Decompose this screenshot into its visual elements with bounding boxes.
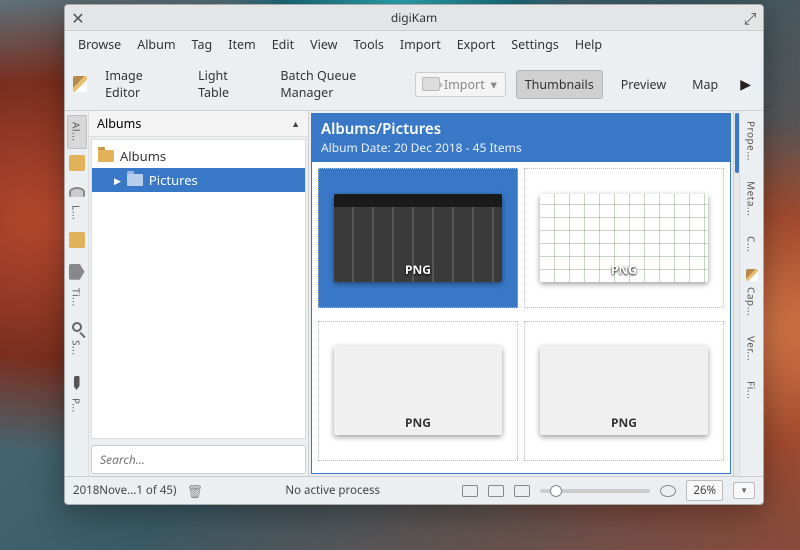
toolbar: Image Editor Light Table Batch Queue Man… [65, 58, 763, 111]
zoom-value: 26% [693, 483, 716, 498]
menu-settings[interactable]: Settings [504, 33, 566, 56]
chevron-up-icon: ▲ [291, 117, 300, 130]
tree-row-pictures[interactable]: ▶ Pictures [92, 168, 305, 192]
import-label: Import [444, 76, 485, 93]
folder-icon [98, 150, 114, 162]
zoom-display[interactable]: 26% [686, 480, 723, 501]
left-tab-people[interactable]: P... [68, 392, 86, 419]
album-tree-pane: Albums ▲ Albums ▶ Pictures [89, 111, 309, 476]
chevron-right-icon: ▶ [114, 174, 121, 187]
close-icon[interactable]: ✕ [71, 11, 85, 25]
status-process-text: No active process [285, 483, 380, 498]
camera-icon[interactable] [660, 485, 676, 497]
pin-icon [74, 376, 80, 390]
left-tab-search[interactable]: S... [68, 334, 86, 362]
thumbnail-image: PNG [540, 194, 708, 282]
batch-queue-button[interactable]: Batch Queue Manager [272, 62, 404, 106]
thumbnail-pane: Albums/Pictures Album Date: 20 Dec 2018 … [309, 111, 733, 476]
menu-album[interactable]: Album [130, 33, 182, 56]
grid-view-icon[interactable] [462, 485, 478, 497]
right-tab-properties[interactable]: Prope... [743, 115, 761, 167]
menu-view[interactable]: View [303, 33, 344, 56]
format-badge: PNG [405, 414, 431, 431]
thumbnail-grid[interactable]: PNG PNG PNG PNG [311, 162, 731, 474]
trash-icon[interactable]: 🗑 [186, 482, 203, 500]
right-tab-filters[interactable]: Fi... [743, 375, 761, 405]
menu-tag[interactable]: Tag [185, 33, 220, 56]
maximize-icon[interactable]: ⤢ [743, 11, 757, 25]
window-title: digiKam [85, 9, 743, 26]
format-badge: PNG [611, 261, 637, 278]
chevron-down-icon: ▾ [489, 76, 499, 93]
right-vertical-tabs: Prope... Meta... C... Cap... Ver... Fi..… [739, 111, 763, 476]
card-view-icon[interactable] [514, 485, 530, 497]
left-tab-timeline[interactable]: Ti... [68, 282, 86, 313]
right-tab-colors[interactable]: C... [743, 230, 761, 258]
left-tab-albums[interactable]: Al... [67, 115, 87, 149]
thumbnail-image: PNG [334, 194, 502, 282]
menubar: Browse Album Tag Item Edit View Tools Im… [65, 31, 763, 58]
menu-import[interactable]: Import [393, 33, 448, 56]
toolbar-overflow-icon[interactable]: ▶ [736, 73, 755, 96]
titlebar[interactable]: ✕ digiKam ⤢ [65, 5, 763, 31]
scrollbar[interactable] [733, 111, 739, 476]
folder-icon [127, 174, 143, 186]
tree-header-label: Albums [97, 115, 141, 132]
view-thumbnails-button[interactable]: Thumbnails [516, 70, 603, 99]
lock-icon [69, 187, 85, 197]
slider-knob[interactable] [550, 485, 562, 497]
import-dropdown[interactable]: Import ▾ [415, 72, 506, 97]
menu-browse[interactable]: Browse [71, 33, 128, 56]
pencil-icon [746, 269, 758, 281]
album-subtitle: Album Date: 20 Dec 2018 - 45 Items [321, 139, 721, 156]
thumbnail-image: PNG [540, 346, 708, 434]
zoom-slider[interactable] [540, 489, 650, 493]
zoom-dropdown[interactable]: ▼ [733, 482, 755, 499]
album-tree[interactable]: Albums ▶ Pictures [91, 139, 306, 439]
tree-row-albums[interactable]: Albums [92, 144, 305, 168]
list-view-icon[interactable] [488, 485, 504, 497]
right-tab-versions[interactable]: Ver... [743, 330, 761, 367]
menu-edit[interactable]: Edit [265, 33, 301, 56]
chevron-down-icon: ▼ [740, 485, 748, 496]
album-header: Albums/Pictures Album Date: 20 Dec 2018 … [311, 113, 731, 162]
search-input[interactable] [91, 445, 306, 474]
thumbnail-image: PNG [334, 346, 502, 434]
format-badge: PNG [611, 414, 637, 431]
folder-icon [69, 232, 85, 248]
light-table-button[interactable]: Light Table [190, 62, 262, 106]
thumbnail-item[interactable]: PNG [524, 168, 724, 308]
album-path: Albums/Pictures [321, 119, 721, 139]
menu-help[interactable]: Help [568, 33, 609, 56]
menu-item[interactable]: Item [221, 33, 263, 56]
camera-icon [422, 77, 440, 91]
folder-icon [69, 155, 85, 171]
right-tab-captions[interactable]: Cap... [743, 281, 761, 322]
tree-label: Pictures [149, 171, 198, 189]
thumbnail-item[interactable]: PNG [318, 321, 518, 461]
view-preview-button[interactable]: Preview [613, 71, 674, 98]
thumbnail-item[interactable]: PNG [318, 168, 518, 308]
left-tab-labels[interactable]: L... [68, 199, 86, 226]
format-badge: PNG [405, 261, 431, 278]
menu-tools[interactable]: Tools [346, 33, 390, 56]
image-editor-button[interactable]: Image Editor [97, 62, 180, 106]
tree-label: Albums [120, 147, 166, 165]
tree-search [91, 445, 306, 474]
right-tab-metadata[interactable]: Meta... [743, 175, 761, 222]
status-left-text: 2018Nove...1 of 45) [73, 483, 176, 498]
search-icon [72, 322, 82, 332]
menu-export[interactable]: Export [450, 33, 503, 56]
app-window: ✕ digiKam ⤢ Browse Album Tag Item Edit V… [64, 4, 764, 505]
left-vertical-tabs: Al... L... Ti... S... P... [65, 111, 89, 476]
pencil-icon [73, 76, 87, 92]
tree-header[interactable]: Albums ▲ [89, 111, 308, 137]
tag-icon [69, 264, 85, 280]
view-map-button[interactable]: Map [684, 71, 726, 98]
status-bar: 2018Nove...1 of 45) 🗑 No active process … [65, 476, 763, 504]
thumbnail-item[interactable]: PNG [524, 321, 724, 461]
